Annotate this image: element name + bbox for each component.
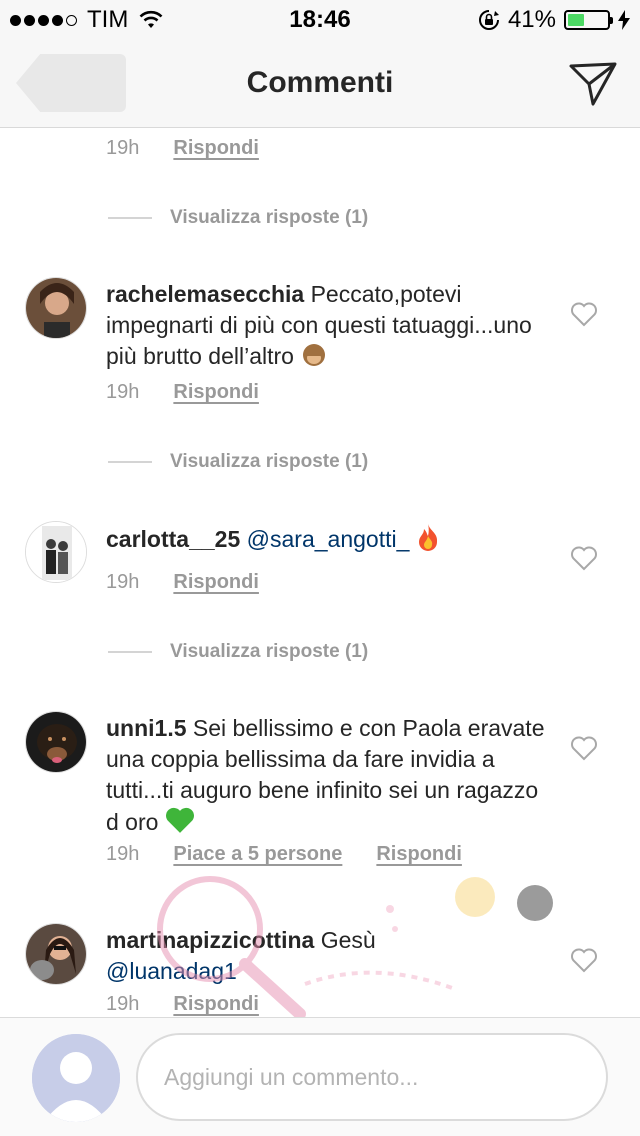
replies-divider — [108, 651, 152, 653]
see-no-evil-monkey-icon — [303, 344, 326, 366]
status-bar: TIM 18:46 41% — [0, 0, 640, 40]
page-title: Commenti — [246, 66, 394, 99]
status-right: 41% — [478, 6, 630, 34]
comment-meta: 19h Piace a 5 persone Rispondi — [106, 843, 462, 866]
fire-icon — [418, 524, 437, 551]
green-heart-icon — [165, 807, 194, 833]
replies-divider — [108, 461, 152, 463]
comment-time: 19h — [106, 571, 140, 593]
like-heart-icon[interactable] — [570, 947, 598, 973]
avatar[interactable] — [25, 277, 87, 339]
reply-link[interactable]: Rispondi — [173, 381, 259, 404]
charging-bolt-icon — [618, 10, 630, 30]
comment-meta: 19h Rispondi — [106, 137, 259, 160]
view-replies-label: Visualizza risposte (1) — [170, 451, 369, 472]
avatar[interactable] — [25, 521, 87, 583]
view-replies-label: Visualizza risposte (1) — [170, 207, 369, 228]
comment-composer — [0, 1017, 640, 1136]
comment-meta: 19h Rispondi — [106, 571, 259, 594]
comment-time: 19h — [106, 137, 140, 159]
comment-mention[interactable]: @sara_angotti_ — [247, 526, 410, 552]
comment-text: rachelemasecchia Peccato,potevi impegnar… — [106, 279, 556, 372]
add-comment-input[interactable] — [136, 1033, 608, 1121]
view-replies-link[interactable]: Visualizza risposte (1) — [108, 641, 368, 663]
avatar[interactable] — [25, 923, 87, 985]
like-heart-icon[interactable] — [570, 735, 598, 761]
replies-divider — [108, 217, 152, 219]
comment-username[interactable]: rachelemasecchia — [106, 281, 304, 307]
view-replies-link[interactable]: Visualizza risposte (1) — [108, 207, 368, 229]
comment-meta: 19h Rispondi — [106, 381, 259, 404]
comment-time: 19h — [106, 381, 140, 403]
like-heart-icon[interactable] — [570, 301, 598, 327]
comment-text: carlotta__25 @sara_angotti_ — [106, 523, 556, 555]
likes-link[interactable]: Piace a 5 persone — [173, 843, 342, 866]
battery-icon — [564, 10, 613, 30]
view-replies-link[interactable]: Visualizza risposte (1) — [108, 451, 368, 473]
comment-username[interactable]: carlotta__25 — [106, 526, 240, 552]
view-replies-label: Visualizza risposte (1) — [170, 641, 369, 662]
direct-message-send-icon[interactable] — [568, 60, 618, 108]
rotation-lock-icon — [478, 10, 499, 30]
user-avatar — [32, 1034, 120, 1122]
nav-bar: Commenti — [0, 40, 640, 128]
comment-username[interactable]: unni1.5 — [106, 715, 187, 741]
reply-link[interactable]: Rispondi — [376, 843, 462, 866]
battery-level-fill — [568, 14, 584, 26]
avatar[interactable] — [25, 711, 87, 773]
comment-time: 19h — [106, 843, 140, 865]
battery-percent: 41% — [507, 6, 556, 33]
reply-link[interactable]: Rispondi — [173, 137, 259, 160]
watermark-logo — [157, 876, 553, 1017]
reply-link[interactable]: Rispondi — [173, 571, 259, 594]
like-heart-icon[interactable] — [570, 545, 598, 571]
comment-text: unni1.5 Sei bellissimo e con Paola erava… — [106, 713, 556, 838]
comments-list[interactable]: 19h Rispondi Visualizza risposte (1) rac… — [0, 129, 640, 1017]
